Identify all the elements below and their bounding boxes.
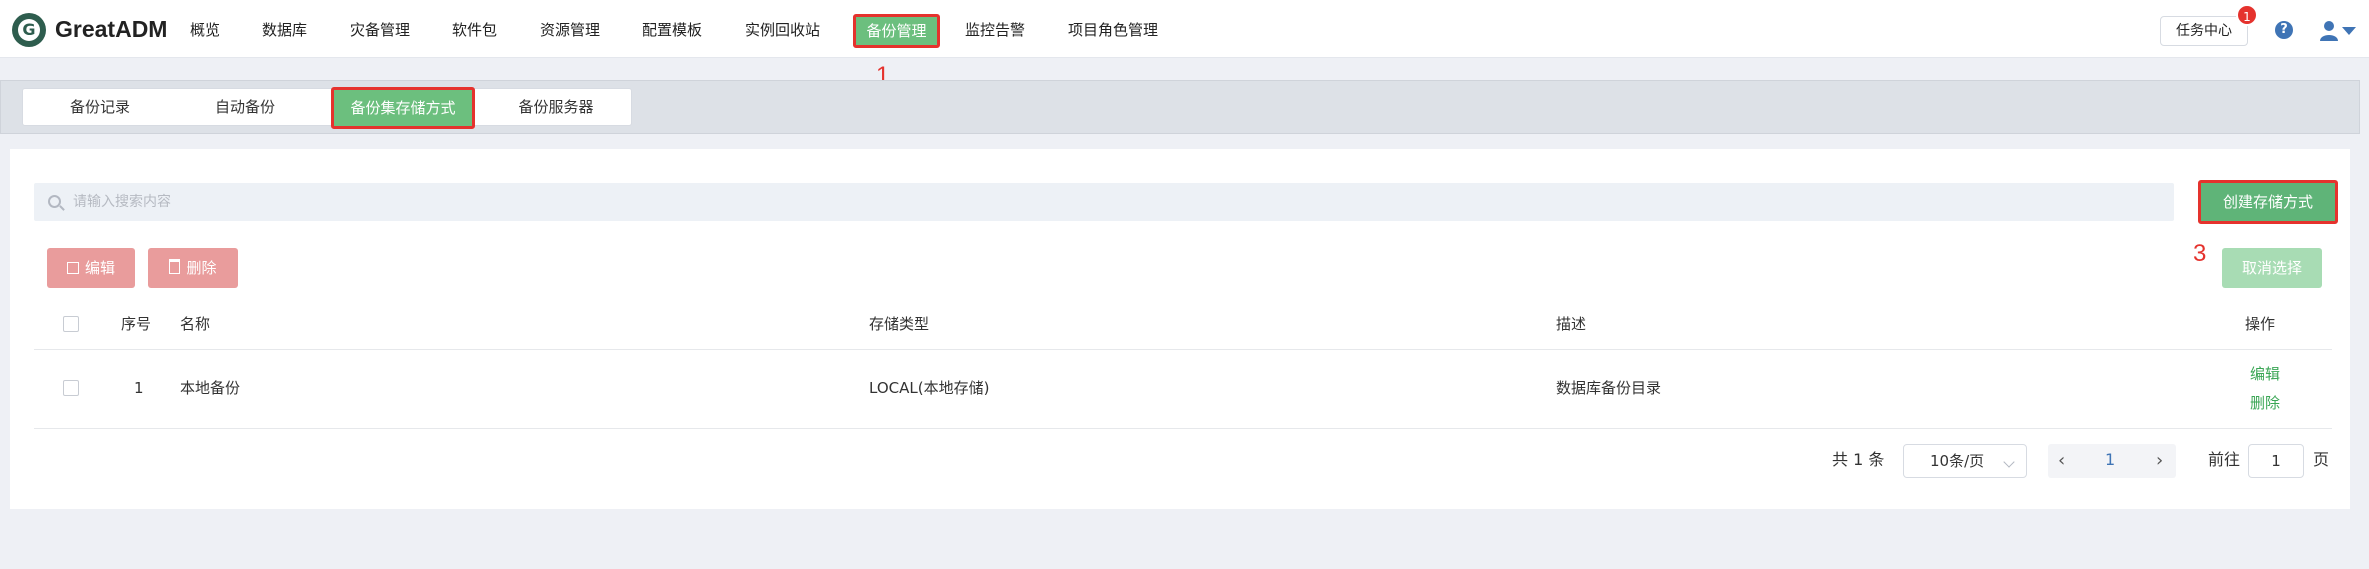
edit-button[interactable]: 编辑 [47, 248, 135, 288]
nav-item-resource[interactable]: 资源管理 [540, 19, 600, 41]
delete-button-label: 删除 [186, 259, 217, 277]
trash-icon [169, 259, 181, 274]
row-edit-link[interactable]: 编辑 [2250, 364, 2280, 384]
user-menu-caret-icon[interactable] [2342, 27, 2356, 35]
logo-letter: G [18, 19, 40, 41]
tab-backup-server[interactable]: 备份服务器 [496, 88, 616, 126]
header-divider [34, 349, 2332, 350]
pagination-total: 共 1 条 [1832, 450, 1885, 469]
row-storage-type: LOCAL(本地存储) [869, 379, 990, 397]
nav-item-backup-active[interactable]: 备份管理 [853, 14, 940, 48]
search-placeholder: 请输入搜索内容 [73, 194, 171, 210]
next-page-button[interactable]: › [2156, 452, 2163, 470]
nav-item-disaster-recovery[interactable]: 灾备管理 [350, 19, 410, 41]
row-name: 本地备份 [180, 379, 241, 397]
tab-backup-records[interactable]: 备份记录 [40, 88, 160, 126]
current-page[interactable]: 1 [2105, 450, 2115, 470]
column-header-actions: 操作 [2245, 315, 2276, 333]
column-header-index: 序号 [121, 315, 152, 333]
edit-icon [66, 262, 79, 274]
row-delete-link[interactable]: 删除 [2250, 393, 2280, 413]
goto-page-input[interactable]: 1 [2248, 444, 2304, 478]
delete-button[interactable]: 删除 [148, 248, 238, 288]
column-header-description: 描述 [1556, 315, 1587, 333]
logo-icon: G [12, 13, 46, 47]
edit-button-label: 编辑 [84, 259, 115, 277]
goto-label: 前往 [2208, 450, 2241, 469]
user-avatar-icon[interactable] [2318, 19, 2340, 41]
page-suffix: 页 [2313, 450, 2330, 469]
step-marker-3: 3 [2193, 240, 2207, 267]
help-icon[interactable]: ? [2275, 21, 2293, 39]
row-description: 数据库备份目录 [1556, 379, 1662, 397]
app-name: GreatADM [55, 16, 168, 42]
tab-backup-storage-active[interactable]: 备份集存储方式 [331, 87, 475, 129]
search-input[interactable] [34, 183, 2174, 221]
row-checkbox[interactable] [63, 380, 79, 396]
tab-auto-backup[interactable]: 自动备份 [185, 88, 305, 126]
select-all-checkbox[interactable] [63, 316, 79, 332]
row-divider [34, 428, 2332, 429]
nav-item-project-roles[interactable]: 项目角色管理 [1068, 19, 1158, 41]
column-header-storage-type: 存储类型 [869, 315, 930, 333]
row-index: 1 [134, 379, 144, 397]
column-header-name: 名称 [180, 315, 211, 333]
nav-item-monitoring[interactable]: 监控告警 [965, 19, 1025, 41]
task-count-badge: 1 [2236, 4, 2258, 26]
nav-item-software-package[interactable]: 软件包 [452, 19, 497, 41]
prev-page-button[interactable]: ‹ [2058, 452, 2065, 470]
cancel-selection-button[interactable]: 取消选择 [2222, 248, 2322, 288]
nav-item-database[interactable]: 数据库 [262, 19, 307, 41]
nav-item-recycle-bin[interactable]: 实例回收站 [745, 19, 820, 41]
nav-item-config-template[interactable]: 配置模板 [642, 19, 702, 41]
create-storage-button[interactable]: 创建存储方式 [2198, 180, 2338, 224]
task-center-button[interactable]: 任务中心 [2160, 16, 2248, 46]
nav-item-overview[interactable]: 概览 [190, 19, 220, 41]
